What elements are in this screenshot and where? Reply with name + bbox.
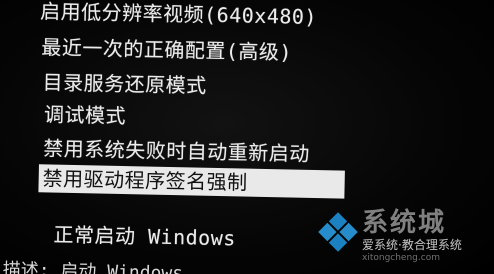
- watermark: 系统城 爱系统·教合理系统 xitongcheng.com: [318, 208, 488, 268]
- menu-item-disable-automatic-restart[interactable]: 禁用系统失败时自动重新启动: [43, 134, 310, 168]
- watermark-subtitle: 爱系统·教合理系统: [362, 238, 462, 252]
- menu-item-start-windows-normally[interactable]: 正常启动 Windows: [53, 221, 236, 253]
- menu-item-disable-driver-signature-enforcement[interactable]: 禁用驱动程序签名强制: [38, 164, 345, 199]
- watermark-url: xitongcheng.com: [362, 253, 440, 263]
- menu-item-directory-services-restore-mode[interactable]: 目录服务还原模式: [42, 68, 207, 99]
- menu-item-low-resolution-video[interactable]: 启用低分辨率视频(640x480): [40, 0, 317, 31]
- menu-item-last-known-good-configuration[interactable]: 最近一次的正确配置(高级): [41, 33, 292, 66]
- windows-logo-icon: [318, 212, 358, 252]
- menu-item-debugging-mode[interactable]: 调试模式: [44, 100, 127, 130]
- watermark-brand: 系统城: [362, 208, 447, 238]
- menu-description: 描述: 启动 Windows: [2, 259, 184, 274]
- boot-options-screen: 启用低分辨率视频(640x480) 最近一次的正确配置(高级) 目录服务还原模式…: [0, 0, 494, 274]
